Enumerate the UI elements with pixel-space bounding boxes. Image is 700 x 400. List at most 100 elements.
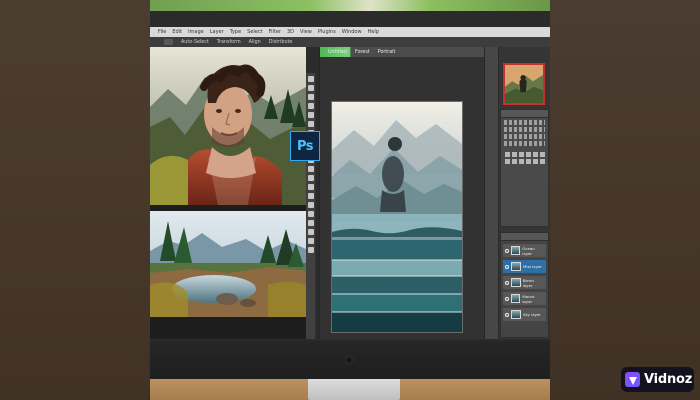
canvas-illustration <box>332 102 462 332</box>
adjustment-icon-4[interactable] <box>526 152 531 157</box>
layer-row[interactable]: Sky layer <box>503 308 546 321</box>
window-view <box>150 0 550 11</box>
adjustment-icon-10[interactable] <box>526 159 531 164</box>
left-background <box>0 0 148 400</box>
layers-header <box>501 233 548 241</box>
layer-label: Mount layer <box>522 293 535 304</box>
preview-thumbnail <box>503 63 545 105</box>
vidnoz-text: Vidnoz <box>644 372 693 387</box>
menu-item-view[interactable]: View <box>300 29 312 35</box>
layer-label: Blend layer <box>522 277 534 288</box>
menu-item-select[interactable]: Select <box>247 29 262 35</box>
tool-icon-20[interactable] <box>307 247 314 253</box>
layer-thumbnail <box>510 294 521 303</box>
layer-row[interactable]: Blend layer <box>503 276 546 289</box>
thumbnail-illustration <box>505 65 543 103</box>
tool-icon-13[interactable] <box>307 184 314 190</box>
photoshop-screen: File Edit Image Layer Type Select Filter… <box>150 11 550 341</box>
option-align[interactable]: Align <box>249 40 261 45</box>
menu-item-edit[interactable]: Edit <box>172 29 182 35</box>
tool-icon-15[interactable] <box>307 202 314 208</box>
adjustment-row-1[interactable] <box>504 120 545 125</box>
menu-item-window[interactable]: Window <box>342 29 362 35</box>
adjustment-icons <box>505 152 545 164</box>
eye-icon[interactable] <box>505 264 509 269</box>
move-tool-button[interactable] <box>164 39 173 45</box>
tool-icon-11[interactable] <box>307 166 314 172</box>
menu-item-type[interactable]: Type <box>230 29 241 35</box>
portrait-photo <box>150 47 306 205</box>
adjustment-icon-7[interactable] <box>505 159 510 164</box>
tool-icon-5[interactable] <box>307 112 314 118</box>
adjustment-icon-3[interactable] <box>519 152 524 157</box>
menu-item-3d[interactable]: 3D <box>287 29 294 35</box>
portrait-illustration <box>150 47 306 205</box>
document-canvas <box>332 102 462 332</box>
menu-item-image[interactable]: Image <box>188 29 204 35</box>
landscape-illustration <box>150 211 306 317</box>
layer-thumbnail <box>510 246 521 255</box>
tab-portrait[interactable]: Portrait <box>378 50 396 55</box>
adjustment-icon-9[interactable] <box>519 159 524 164</box>
tool-icon-12[interactable] <box>307 175 314 181</box>
layer-thumbnail <box>510 278 521 287</box>
tool-icon-3[interactable] <box>307 94 314 100</box>
option-transform[interactable]: Transform <box>217 40 241 45</box>
adjustment-icon-12[interactable] <box>540 159 545 164</box>
tool-icon-19[interactable] <box>307 238 314 244</box>
canvas-artwork <box>332 102 462 332</box>
document-panel: Untitled Forest Portrait <box>319 47 485 339</box>
adjustment-row-3[interactable] <box>504 134 545 139</box>
photoshop-logo-text: Ps <box>296 138 314 154</box>
layer-row[interactable]: Mount layer <box>503 292 546 305</box>
layer-thumbnail <box>511 262 521 271</box>
adjustment-icon-1[interactable] <box>505 152 510 157</box>
eye-icon[interactable] <box>505 296 509 301</box>
tool-icon-16[interactable] <box>307 211 314 217</box>
monitor-chin <box>150 341 550 379</box>
menu-item-filter[interactable]: Filter <box>269 29 281 35</box>
layer-thumbnail <box>511 310 521 319</box>
vidnoz-watermark: Vidnoz <box>621 367 694 392</box>
tab-untitled[interactable]: Untitled <box>328 50 347 55</box>
photoshop-logo: Ps <box>290 131 320 161</box>
tab-forest[interactable]: Forest <box>355 50 370 55</box>
options-bar: Auto-Select Transform Align Distribute <box>150 37 550 47</box>
adjustment-icon-2[interactable] <box>512 152 517 157</box>
adjustment-row-2[interactable] <box>504 127 545 132</box>
monitor-stand <box>308 379 400 400</box>
menu-item-help[interactable]: Help <box>368 29 379 35</box>
adjustment-icon-6[interactable] <box>540 152 545 157</box>
menu-item-plugins[interactable]: Plugins <box>318 29 336 35</box>
menu-item-layer[interactable]: Layer <box>210 29 224 35</box>
eye-icon[interactable] <box>505 280 509 285</box>
scene: File Edit Image Layer Type Select Filter… <box>0 0 700 400</box>
reference-photos <box>150 47 306 339</box>
adjustments-header <box>501 110 548 118</box>
tool-icon-2[interactable] <box>307 85 314 91</box>
adjustment-row-4[interactable] <box>504 141 545 146</box>
layer-row[interactable]: Ocean layer <box>503 244 546 257</box>
tools-panel <box>306 73 316 339</box>
option-auto-select[interactable]: Auto-Select <box>181 40 209 45</box>
tool-icon-17[interactable] <box>307 220 314 226</box>
camera-icon <box>346 357 352 363</box>
option-distribute[interactable]: Distribute <box>269 40 293 45</box>
eye-icon[interactable] <box>505 248 509 253</box>
tool-icon-14[interactable] <box>307 193 314 199</box>
tool-icon-18[interactable] <box>307 229 314 235</box>
panel-dock-strip <box>485 47 499 339</box>
adjustment-icon-5[interactable] <box>533 152 538 157</box>
tool-icon-4[interactable] <box>307 103 314 109</box>
landscape-photo <box>150 211 306 317</box>
layer-row[interactable]: Mist layer <box>503 260 546 273</box>
tool-icon-1[interactable] <box>307 76 314 82</box>
eye-icon[interactable] <box>505 312 509 317</box>
adjustment-icon-11[interactable] <box>533 159 538 164</box>
monitor: File Edit Image Layer Type Select Filter… <box>150 11 550 379</box>
tool-icon-6[interactable] <box>307 121 314 127</box>
menu-item-file[interactable]: File <box>158 29 166 35</box>
right-background <box>548 0 700 400</box>
adjustment-icon-8[interactable] <box>512 159 517 164</box>
menu-bar: File Edit Image Layer Type Select Filter… <box>150 27 550 37</box>
